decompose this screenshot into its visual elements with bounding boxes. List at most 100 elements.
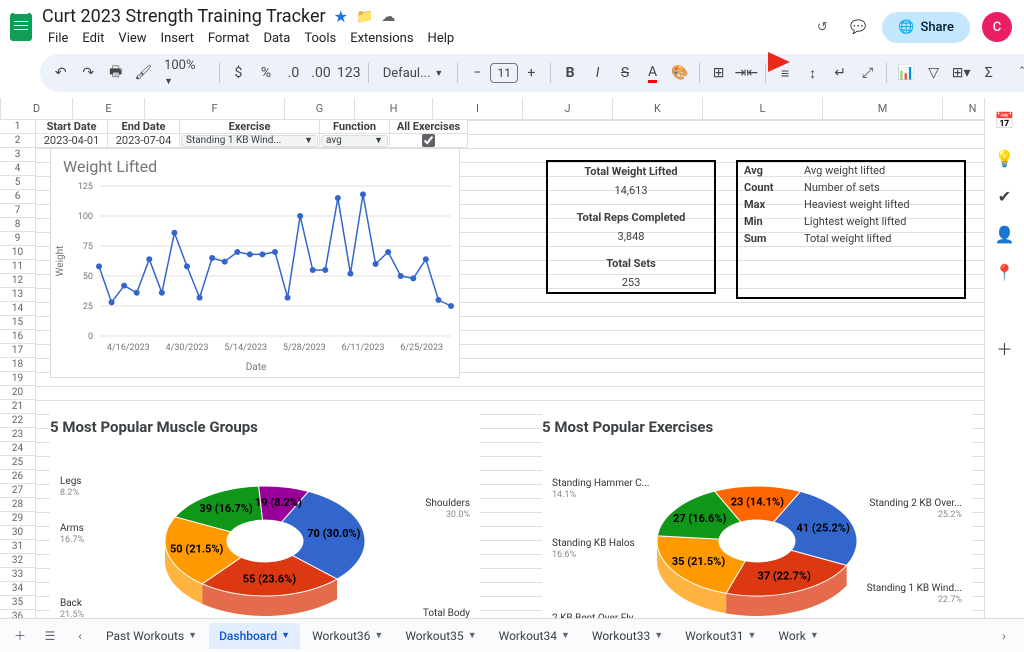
row-header[interactable]: 6: [0, 190, 35, 204]
decrease-font-icon[interactable]: −: [466, 62, 488, 84]
row-header[interactable]: 13: [0, 288, 35, 302]
move-icon[interactable]: 📁: [356, 9, 373, 25]
functions-icon[interactable]: Σ: [978, 62, 1000, 84]
cell-header[interactable]: End Date: [108, 120, 180, 134]
sheet-tab[interactable]: Past Workouts▼: [96, 623, 207, 649]
menu-data[interactable]: Data: [257, 29, 296, 48]
row-header[interactable]: 1: [0, 120, 35, 134]
sheets-logo[interactable]: [8, 10, 34, 44]
paint-format-icon[interactable]: 🖌: [133, 62, 155, 84]
row-header[interactable]: 33: [0, 568, 35, 582]
col-header[interactable]: D: [1, 98, 73, 119]
font-size-input[interactable]: 11: [490, 63, 518, 83]
wrap-icon[interactable]: ↵: [829, 62, 851, 84]
italic-icon[interactable]: I: [587, 62, 609, 84]
row-header[interactable]: 34: [0, 582, 35, 596]
chart-muscle-groups[interactable]: 5 Most Popular Muscle Groups 70 (30.0%)5…: [50, 414, 480, 618]
row-header[interactable]: 26: [0, 470, 35, 484]
row-header[interactable]: 27: [0, 484, 35, 498]
tab-scroll-left-icon[interactable]: ‹: [66, 622, 94, 650]
sheet-tab[interactable]: Workout33▼: [582, 623, 673, 649]
row-header[interactable]: 12: [0, 274, 35, 288]
share-button[interactable]: 🌐 Share: [882, 12, 970, 43]
filter-views-icon[interactable]: ⊞▾: [950, 62, 972, 84]
star-icon[interactable]: ★: [334, 7, 348, 26]
history-icon[interactable]: ↺: [810, 15, 834, 39]
row-header[interactable]: 2: [0, 134, 35, 148]
row-header[interactable]: 11: [0, 260, 35, 274]
tasks-icon[interactable]: ✔: [995, 186, 1015, 206]
row-header[interactable]: 22: [0, 414, 35, 428]
bold-icon[interactable]: B: [559, 62, 581, 84]
insert-chart-icon[interactable]: 📊: [895, 62, 917, 84]
row-header[interactable]: 3: [0, 148, 35, 162]
cell-header[interactable]: Exercise: [180, 120, 320, 134]
row-header[interactable]: 24: [0, 442, 35, 456]
maps-icon[interactable]: 📍: [995, 262, 1015, 282]
font-select[interactable]: Defaul... ▼: [377, 66, 450, 81]
zoom-select[interactable]: 100% ▼: [160, 58, 211, 88]
comments-icon[interactable]: 💬: [846, 15, 870, 39]
add-panel-icon[interactable]: ＋: [995, 338, 1015, 358]
menu-edit[interactable]: Edit: [76, 29, 110, 48]
undo-icon[interactable]: ↶: [50, 62, 72, 84]
calendar-icon[interactable]: 📅: [995, 110, 1015, 130]
row-header[interactable]: 19: [0, 372, 35, 386]
col-header[interactable]: G: [285, 98, 355, 119]
tab-scroll-right-icon[interactable]: ›: [990, 622, 1018, 650]
more-formats-icon[interactable]: 123: [338, 62, 360, 84]
increase-decimal-icon[interactable]: .00: [310, 62, 332, 84]
sheet-tab[interactable]: Workout36▼: [302, 623, 393, 649]
row-header[interactable]: 28: [0, 498, 35, 512]
cell-header[interactable]: Start Date: [36, 120, 108, 134]
row-header[interactable]: 14: [0, 302, 35, 316]
col-header[interactable]: F: [145, 98, 285, 119]
sheet-tab[interactable]: Workout31▼: [675, 623, 766, 649]
row-header[interactable]: 15: [0, 316, 35, 330]
increase-font-icon[interactable]: +: [520, 62, 542, 84]
row-header[interactable]: 7: [0, 204, 35, 218]
filter-icon[interactable]: ▽: [923, 62, 945, 84]
row-header[interactable]: 32: [0, 554, 35, 568]
menu-help[interactable]: Help: [422, 29, 461, 48]
percent-icon[interactable]: %: [255, 62, 277, 84]
row-header[interactable]: 20: [0, 386, 35, 400]
row-header[interactable]: 9: [0, 232, 35, 246]
add-sheet-icon[interactable]: ＋: [6, 622, 34, 650]
cell-date[interactable]: 2023-07-04: [108, 134, 180, 148]
menu-tools[interactable]: Tools: [298, 29, 342, 48]
all-exercises-checkbox[interactable]: [422, 134, 435, 147]
col-header[interactable]: L: [703, 98, 823, 119]
sheet-tab[interactable]: Work▼: [768, 623, 828, 649]
row-header[interactable]: 5: [0, 176, 35, 190]
cell-header[interactable]: All Exercises: [390, 120, 468, 134]
row-header[interactable]: 30: [0, 526, 35, 540]
cell-date[interactable]: 2023-04-01: [36, 134, 108, 148]
menu-view[interactable]: View: [112, 29, 152, 48]
account-avatar[interactable]: C: [982, 12, 1012, 42]
strikethrough-icon[interactable]: S: [614, 62, 636, 84]
chart-weight-lifted[interactable]: Weight Lifted 02550751001254/16/20234/30…: [50, 148, 460, 378]
v-align-icon[interactable]: ↕: [802, 62, 824, 84]
redo-icon[interactable]: ↷: [78, 62, 100, 84]
col-header[interactable]: N: [943, 98, 984, 119]
row-header[interactable]: 10: [0, 246, 35, 260]
print-icon[interactable]: 🖶: [105, 62, 127, 84]
sheet-tab[interactable]: Workout34▼: [489, 623, 580, 649]
col-header[interactable]: I: [433, 98, 523, 119]
fill-color-icon[interactable]: 🎨: [669, 62, 691, 84]
contacts-icon[interactable]: 👤: [995, 224, 1015, 244]
sheet-tab[interactable]: Workout35▼: [395, 623, 486, 649]
rotate-icon[interactable]: ⤢: [857, 62, 879, 84]
col-header[interactable]: J: [523, 98, 613, 119]
font-size-control[interactable]: − 11 +: [466, 62, 542, 84]
col-header[interactable]: M: [823, 98, 943, 119]
row-header[interactable]: 17: [0, 344, 35, 358]
menu-extensions[interactable]: Extensions: [344, 29, 419, 48]
row-header[interactable]: 31: [0, 540, 35, 554]
cell-header[interactable]: Function: [320, 120, 390, 134]
col-header[interactable]: H: [355, 98, 433, 119]
row-header[interactable]: 4: [0, 162, 35, 176]
row-header[interactable]: 23: [0, 428, 35, 442]
all-sheets-icon[interactable]: ☰: [36, 622, 64, 650]
